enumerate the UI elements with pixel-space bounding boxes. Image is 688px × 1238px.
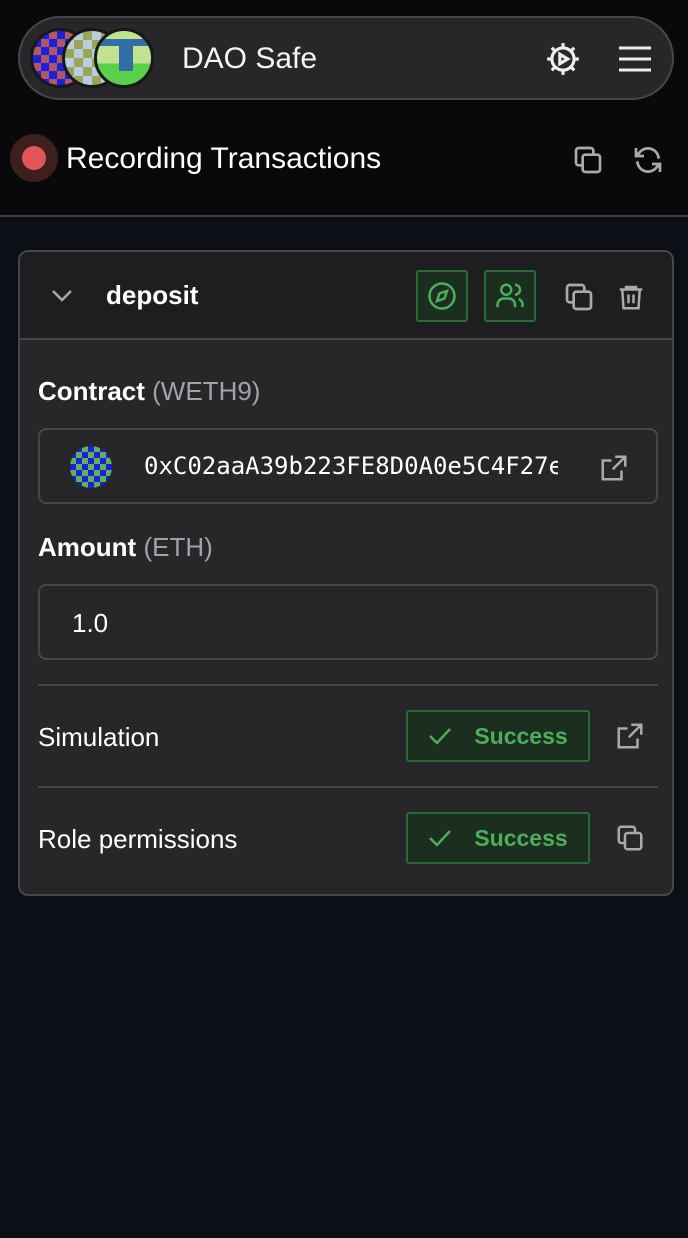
recording-indicator: [10, 134, 58, 182]
refresh-button[interactable]: [628, 140, 668, 180]
copy-all-button[interactable]: [568, 140, 608, 180]
compass-icon: [428, 282, 456, 310]
permissions-status-badge: Success: [406, 812, 590, 864]
copy-icon: [574, 146, 602, 174]
divider: [38, 684, 658, 686]
check-icon: [429, 830, 452, 847]
permissions-label: Role permissions: [38, 824, 238, 854]
transaction-card: deposit Contract (WETH9) 0xC02aaA39b223F…: [18, 250, 674, 896]
contract-address: 0xC02aaA39b223FE8D0A0e5C4F27eAD9083C756C…: [144, 452, 558, 480]
recording-title: Recording Transactions: [66, 142, 382, 175]
trash-icon: [619, 285, 643, 310]
copy-permissions-button[interactable]: [612, 820, 648, 856]
explore-button[interactable]: [416, 270, 468, 322]
contract-name: (WETH9): [152, 376, 261, 406]
amount-unit: (ETH): [143, 532, 213, 562]
chevron-down-icon: [52, 290, 72, 302]
external-link-icon: [617, 723, 643, 749]
settings-button[interactable]: [542, 38, 584, 80]
simulation-label: Simulation: [38, 722, 160, 752]
open-explorer-button[interactable]: [596, 450, 632, 486]
menu-button[interactable]: [614, 38, 656, 80]
amount-value: 1.0: [72, 608, 109, 638]
copy-transaction-button[interactable]: [560, 278, 598, 316]
divider: [38, 786, 658, 788]
contract-address-field[interactable]: 0xC02aaA39b223FE8D0A0e5C4F27eAD9083C756C…: [38, 428, 658, 504]
hamburger-icon: [619, 46, 651, 72]
safe-selector[interactable]: DAO Safe: [18, 16, 674, 100]
open-simulation-button[interactable]: [612, 718, 648, 754]
copy-icon: [565, 283, 593, 311]
contract-label: Contract (WETH9): [38, 376, 261, 406]
amount-label: Amount (ETH): [38, 532, 213, 562]
refresh-icon: [634, 147, 662, 173]
roles-button[interactable]: [484, 270, 536, 322]
simulation-status-badge: Success: [406, 710, 590, 762]
safe-title: DAO Safe: [182, 42, 318, 75]
avatar: [94, 28, 154, 88]
function-name: deposit: [106, 280, 199, 310]
transaction-header: deposit: [20, 252, 672, 340]
check-icon: [429, 728, 452, 745]
users-icon: [496, 283, 524, 308]
collapse-toggle[interactable]: [46, 280, 78, 312]
amount-input[interactable]: 1.0: [38, 584, 658, 660]
address-identicon: [70, 446, 112, 488]
external-link-icon: [601, 455, 627, 481]
delete-button[interactable]: [612, 278, 650, 316]
top-bar: DAO Safe Recording Transactions: [0, 0, 688, 217]
gear-icon: [547, 43, 579, 75]
copy-icon: [617, 825, 643, 851]
